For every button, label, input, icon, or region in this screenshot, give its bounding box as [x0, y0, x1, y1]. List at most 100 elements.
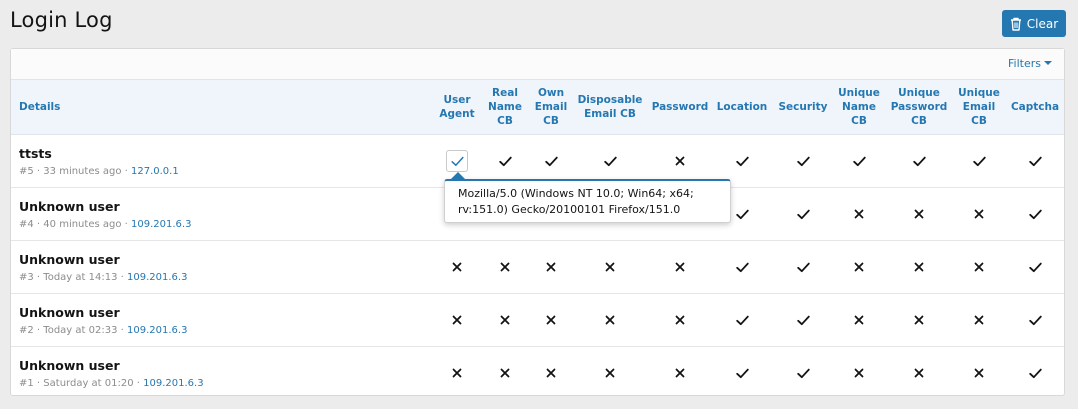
page-title: Login Log [10, 8, 113, 32]
check-icon [1028, 209, 1042, 220]
cell-security [783, 347, 823, 399]
cross-icon [500, 368, 510, 378]
cross-icon [914, 209, 924, 219]
cell-unique-name-cb [839, 347, 879, 399]
clear-button[interactable]: Clear [1002, 10, 1066, 37]
row-meta: #4 · 40 minutes ago · 109.201.6.3 [19, 219, 191, 230]
row-username: Unknown user [19, 199, 120, 214]
row-username: Unknown user [19, 305, 120, 320]
column-header-line: Own [537, 87, 565, 99]
column-header-line: CB [543, 115, 559, 127]
row-time: 40 minutes ago [43, 219, 122, 230]
cell-unique-name-cb [839, 294, 879, 346]
column-header-unique-password-cb: Unique Password CB [884, 80, 954, 134]
cell-disposable-email-cb [590, 347, 630, 399]
cell-unique-email-cb [959, 188, 999, 240]
check-icon [450, 156, 464, 167]
cell-captcha [1015, 135, 1055, 187]
separator: · [121, 166, 131, 177]
row-time: Today at 14:13 [43, 272, 118, 283]
cross-icon [452, 368, 462, 378]
cell-captcha [1015, 294, 1055, 346]
cross-icon [605, 368, 615, 378]
cell-unique-email-cb [959, 135, 999, 187]
cell-captcha [1015, 241, 1055, 293]
cell-unique-name-cb [839, 241, 879, 293]
row-username: ttsts [19, 146, 52, 161]
check-icon [603, 156, 617, 167]
check-icon [735, 315, 749, 326]
tooltip-arrow [451, 172, 465, 179]
user-agent-tooltip: Mozilla/5.0 (Windows NT 10.0; Win64; x64… [444, 179, 731, 223]
caret-down-icon [1044, 61, 1052, 65]
cell-user-agent [437, 241, 477, 293]
check-icon [796, 209, 810, 220]
cross-icon [452, 315, 462, 325]
check-icon [735, 368, 749, 379]
row-ip-link[interactable]: 109.201.6.3 [131, 219, 191, 230]
cell-disposable-email-cb [590, 241, 630, 293]
cross-icon [914, 368, 924, 378]
row-ip-link[interactable]: 109.201.6.3 [127, 272, 187, 283]
column-header-line: Name [842, 101, 876, 113]
cell-unique-password-cb [899, 241, 939, 293]
check-icon [498, 156, 512, 167]
clear-button-label: Clear [1026, 16, 1059, 31]
check-icon [796, 368, 810, 379]
cell-unique-password-cb [899, 188, 939, 240]
check-icon [1028, 156, 1042, 167]
row-ip-link[interactable]: 109.201.6.3 [127, 325, 187, 336]
cell-user-agent [437, 347, 477, 399]
trash-icon [1010, 17, 1022, 31]
filters-menu[interactable]: Filters [1008, 57, 1052, 70]
cell-real-name-cb [485, 294, 525, 346]
row-meta: #2 · Today at 02:33 · 109.201.6.3 [19, 325, 187, 336]
cross-icon [854, 315, 864, 325]
table-row: Unknown user #3 · Today at 14:13 · 109.20… [11, 241, 1064, 294]
column-header-line: Email [962, 101, 996, 113]
cross-icon [974, 368, 984, 378]
cell-unique-password-cb [899, 294, 939, 346]
check-icon [852, 156, 866, 167]
separator: · [133, 378, 144, 389]
cell-own-email-cb [531, 294, 571, 346]
cell-own-email-cb [531, 347, 571, 399]
column-header-security: Security [772, 80, 834, 134]
user-agent-button[interactable] [446, 150, 468, 172]
cell-password [660, 347, 700, 399]
cell-unique-email-cb [959, 347, 999, 399]
row-id: #5 [19, 166, 34, 177]
row-meta: #5 · 33 minutes ago · 127.0.0.1 [19, 166, 179, 177]
check-icon [1028, 368, 1042, 379]
cross-icon [974, 315, 984, 325]
column-header-line: Unique [958, 87, 1000, 99]
column-header-disposable-email-cb: Disposable Email CB [573, 80, 647, 134]
row-time: Today at 02:33 [43, 325, 118, 336]
cell-location [722, 294, 762, 346]
cross-icon [914, 262, 924, 272]
table-row: Unknown user #2 · Today at 02:33 · 109.20… [11, 294, 1064, 347]
cross-icon [605, 315, 615, 325]
table-header: Details User Agent Real Name CB Own Email CB Disp… [11, 80, 1064, 135]
row-ip-link[interactable]: 127.0.0.1 [131, 166, 179, 177]
cell-location [722, 347, 762, 399]
check-icon [912, 156, 926, 167]
separator: · [33, 378, 44, 389]
row-id: #2 [19, 325, 34, 336]
cross-icon [974, 209, 984, 219]
cross-icon [500, 315, 510, 325]
cross-icon [675, 156, 685, 166]
column-header-line: CB [851, 115, 867, 127]
cell-real-name-cb [485, 347, 525, 399]
column-header-own-email-cb: Own Email CB [524, 80, 578, 134]
check-icon [735, 156, 749, 167]
tooltip-line: Mozilla/5.0 (Windows NT 10.0; Win64; x64… [458, 187, 694, 200]
cross-icon [675, 315, 685, 325]
cross-icon [914, 315, 924, 325]
cross-icon [675, 368, 685, 378]
column-header-location: Location [710, 80, 774, 134]
check-icon [796, 315, 810, 326]
row-ip-link[interactable]: 109.201.6.3 [143, 378, 203, 389]
row-id: #3 [19, 272, 34, 283]
column-header-line: Unique [898, 87, 940, 99]
